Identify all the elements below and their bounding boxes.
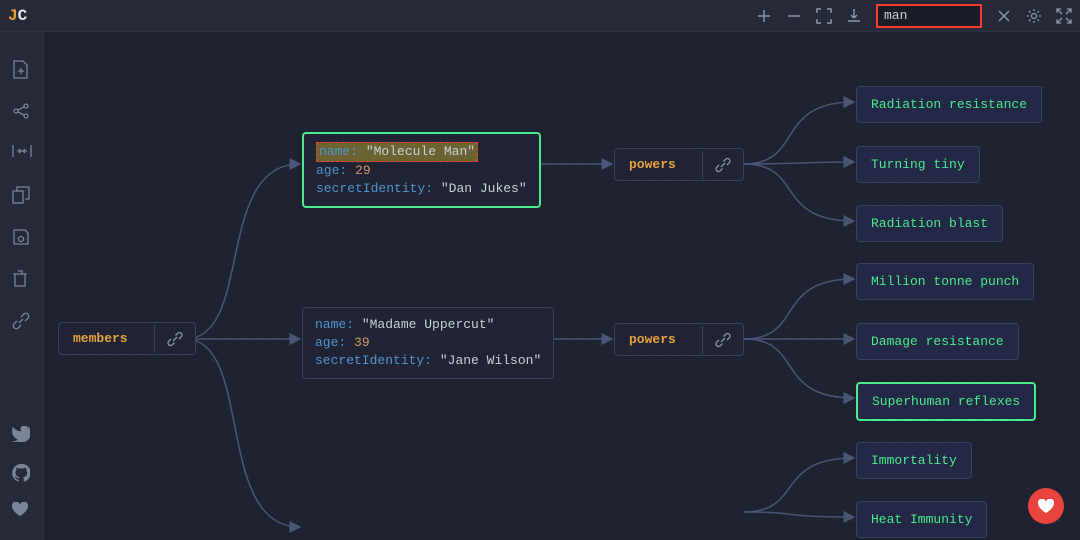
toolbar-tools bbox=[756, 4, 1072, 28]
heart-sidebar-icon[interactable] bbox=[12, 502, 32, 522]
link-icon[interactable] bbox=[12, 312, 32, 332]
link-icon[interactable] bbox=[702, 326, 743, 354]
power-leaf[interactable]: Million tonne punch bbox=[856, 263, 1034, 300]
member2-age-row: age: 39 bbox=[315, 334, 541, 352]
power-leaf[interactable]: Radiation blast bbox=[856, 205, 1003, 242]
power-leaf[interactable]: Superhuman reflexes bbox=[856, 382, 1036, 421]
focus-icon[interactable] bbox=[816, 8, 832, 24]
member2-node[interactable]: name: "Madame Uppercut" age: 39 secretId… bbox=[302, 307, 554, 379]
power-leaf[interactable]: Immortality bbox=[856, 442, 972, 479]
powers-label: powers bbox=[615, 149, 690, 180]
search-box bbox=[876, 4, 982, 28]
member1-id-row: secretIdentity: "Dan Jukes" bbox=[316, 180, 527, 198]
member2-id-row: secretIdentity: "Jane Wilson" bbox=[315, 352, 541, 370]
logo-j: J bbox=[8, 7, 18, 25]
sidebar-bottom bbox=[12, 426, 32, 522]
app-logo: JC bbox=[8, 7, 27, 25]
member2-powers-node[interactable]: powers bbox=[614, 323, 744, 356]
sidebar bbox=[0, 32, 44, 540]
member1-name-row: name: "Molecule Man" bbox=[316, 142, 527, 162]
graph-canvas[interactable]: members name: "Molecule Man" age: 29 sec… bbox=[44, 32, 1080, 540]
member2-name-row: name: "Madame Uppercut" bbox=[315, 316, 541, 334]
root-label: members bbox=[59, 323, 142, 354]
collapse-icon[interactable] bbox=[12, 144, 32, 164]
gear-icon[interactable] bbox=[1026, 8, 1042, 24]
copy-icon[interactable] bbox=[12, 186, 32, 206]
power-leaf[interactable]: Turning tiny bbox=[856, 146, 980, 183]
github-icon[interactable] bbox=[12, 464, 32, 484]
logo-c: C bbox=[18, 7, 28, 25]
trash-icon[interactable] bbox=[12, 270, 32, 290]
heart-fab[interactable] bbox=[1028, 488, 1064, 524]
file-add-icon[interactable] bbox=[12, 60, 32, 80]
link-icon[interactable] bbox=[702, 151, 743, 179]
link-icon[interactable] bbox=[154, 325, 195, 353]
search-hit: name: "Molecule Man" bbox=[316, 142, 478, 162]
fullscreen-icon[interactable] bbox=[1056, 8, 1072, 24]
power-leaf[interactable]: Heat Immunity bbox=[856, 501, 987, 538]
root-node[interactable]: members bbox=[58, 322, 196, 355]
minus-icon[interactable] bbox=[786, 8, 802, 24]
member1-node[interactable]: name: "Molecule Man" age: 29 secretIdent… bbox=[302, 132, 541, 208]
power-leaf[interactable]: Damage resistance bbox=[856, 323, 1019, 360]
download-icon[interactable] bbox=[846, 8, 862, 24]
power-leaf[interactable]: Radiation resistance bbox=[856, 86, 1042, 123]
member1-age-row: age: 29 bbox=[316, 162, 527, 180]
close-icon[interactable] bbox=[996, 8, 1012, 24]
powers-label: powers bbox=[615, 324, 690, 355]
member1-powers-node[interactable]: powers bbox=[614, 148, 744, 181]
top-bar: JC bbox=[0, 0, 1080, 32]
plus-icon[interactable] bbox=[756, 8, 772, 24]
share-icon[interactable] bbox=[12, 102, 32, 122]
twitter-icon[interactable] bbox=[12, 426, 32, 446]
search-input[interactable] bbox=[884, 8, 974, 23]
save-icon[interactable] bbox=[12, 228, 32, 248]
